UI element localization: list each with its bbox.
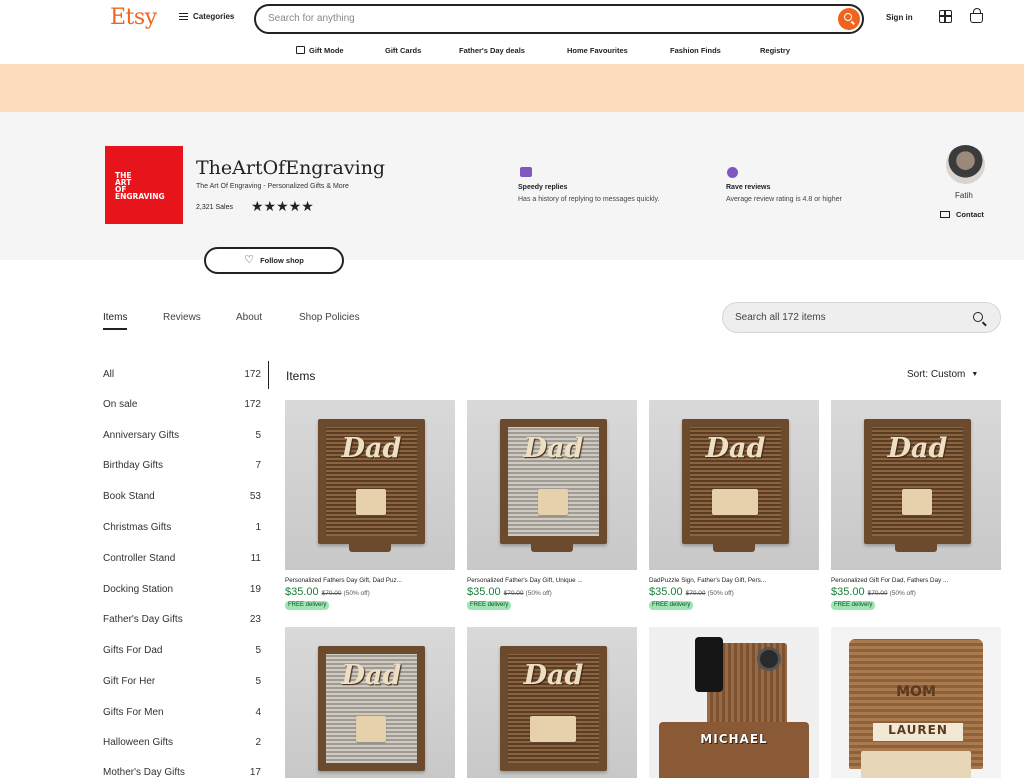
shop-name: TheArtOfEngraving: [196, 157, 386, 179]
items-heading: Items: [286, 369, 316, 383]
product-image-text: Dad: [705, 433, 766, 464]
product-image-text: Dad: [341, 660, 402, 691]
product-image[interactable]: Dad: [285, 400, 455, 570]
tab-items[interactable]: Items: [103, 312, 128, 330]
product-title[interactable]: Personalized Father's Day Gift, Unique .…: [467, 577, 637, 584]
badge-description: Average review rating is 4.8 or higher: [726, 196, 842, 203]
menu-icon: [179, 13, 188, 20]
rating-stars[interactable]: ★★★★★: [251, 198, 314, 215]
sort-dropdown[interactable]: Sort: Custom ▼: [907, 369, 978, 380]
shop-sales: 2,321 Sales: [196, 204, 233, 211]
sidebar-item-anniversary-gifts[interactable]: Anniversary Gifts 5: [103, 430, 261, 446]
product-title[interactable]: DadPuzzle Sign, Father's Day Gift, Pers.…: [649, 577, 819, 584]
product-image[interactable]: Dad: [285, 627, 455, 778]
follow-shop-button[interactable]: ♡ Follow shop: [204, 247, 344, 274]
sidebar-item-docking-station[interactable]: Docking Station 19: [103, 584, 261, 600]
star-badge-icon: [727, 167, 738, 178]
phone-icon: [695, 637, 723, 692]
badge-description: Has a history of replying to messages qu…: [518, 196, 660, 203]
subnav-registry[interactable]: Registry: [760, 46, 790, 55]
search-icon[interactable]: [973, 312, 983, 322]
product-image[interactable]: Dad: [467, 627, 637, 778]
search-button[interactable]: [838, 8, 860, 30]
categories-button[interactable]: Categories: [179, 12, 234, 21]
product-image-text: Dad: [523, 433, 584, 464]
watch-icon: [757, 647, 781, 671]
gift-icon[interactable]: [939, 10, 952, 23]
subnav-fashion-finds[interactable]: Fashion Finds: [670, 46, 721, 55]
sidebar-item-gifts-for-dad[interactable]: Gifts For Dad 5: [103, 645, 261, 661]
heart-icon: ♡: [244, 254, 255, 266]
product-image-text: LAUREN: [873, 723, 963, 741]
product-image[interactable]: Dad: [467, 400, 637, 570]
tab-about[interactable]: About: [236, 312, 262, 323]
envelope-icon: [940, 211, 950, 218]
sidebar-item-halloween-gifts[interactable]: Halloween Gifts 2: [103, 737, 261, 753]
badge-title: Speedy replies: [518, 184, 568, 191]
product-image-text: Dad: [523, 660, 584, 691]
sign-in-link[interactable]: Sign in: [886, 13, 913, 22]
product-image-text: MICHAEL: [700, 732, 768, 746]
sidebar-item-on-sale[interactable]: On sale 172: [103, 399, 261, 415]
site-header: Etsy Categories Sign in: [0, 0, 1024, 40]
subnav-fathers-day[interactable]: Father's Day deals: [459, 46, 525, 55]
product-price: $35.00 $70.00 (50% off): [649, 586, 734, 598]
envelope-icon: [520, 167, 532, 177]
badge-title: Rave reviews: [726, 184, 771, 191]
product-image[interactable]: MOM LAUREN: [831, 627, 1001, 778]
shop-tabs: Items Reviews About Shop Policies: [0, 310, 700, 330]
product-image-text: Dad: [341, 433, 402, 464]
sub-navigation: Gift Mode Gift Cards Father's Day deals …: [0, 42, 1024, 60]
product-image[interactable]: Dad: [649, 400, 819, 570]
shop-logo-text: ENGRAVING: [115, 192, 165, 201]
avatar[interactable]: [946, 145, 985, 184]
sidebar-item-controller-stand[interactable]: Controller Stand 11: [103, 553, 261, 569]
tab-shop-policies[interactable]: Shop Policies: [299, 312, 360, 323]
promo-banner: [0, 64, 1024, 112]
shop-search-bar: [722, 302, 1001, 333]
search-input[interactable]: [268, 13, 828, 24]
product-image-text: Dad: [887, 433, 948, 464]
free-delivery-badge: FREE delivery: [831, 601, 876, 610]
subnav-home-favourites[interactable]: Home Favourites: [567, 46, 628, 55]
caret-down-icon: ▼: [971, 371, 979, 378]
sidebar-item-gifts-for-men[interactable]: Gifts For Men 4: [103, 707, 261, 723]
shop-tagline: The Art Of Engraving - Personalized Gift…: [196, 183, 349, 190]
cart-icon[interactable]: [970, 8, 983, 23]
categories-label: Categories: [193, 12, 235, 21]
product-image[interactable]: MICHAEL: [649, 627, 819, 778]
sidebar-item-fathers-day-gifts[interactable]: Father's Day Gifts 23: [103, 614, 261, 630]
search-bar: [254, 4, 864, 34]
product-title[interactable]: Personalized Fathers Day Gift, Dad Puz..…: [285, 577, 455, 584]
gift-icon: [296, 46, 305, 54]
etsy-logo[interactable]: Etsy: [110, 5, 157, 30]
shop-logo[interactable]: THE ART OF ENGRAVING: [105, 146, 183, 224]
sidebar-item-gift-for-her[interactable]: Gift For Her 5: [103, 676, 261, 692]
product-image[interactable]: Dad: [831, 400, 1001, 570]
shop-search-input[interactable]: [735, 312, 955, 323]
contact-button[interactable]: Contact: [940, 210, 984, 219]
sidebar-item-birthday-gifts[interactable]: Birthday Gifts 7: [103, 460, 261, 476]
product-image-text: MOM: [896, 684, 936, 700]
sidebar-item-book-stand[interactable]: Book Stand 53: [103, 491, 261, 507]
product-title[interactable]: Personalized Gift For Dad, Fathers Day .…: [831, 577, 1001, 584]
product-price: $35.00 $70.00 (50% off): [285, 586, 370, 598]
owner-name: Fatih: [955, 191, 973, 200]
tab-reviews[interactable]: Reviews: [163, 312, 201, 323]
subnav-gift-cards[interactable]: Gift Cards: [385, 46, 421, 55]
free-delivery-badge: FREE delivery: [285, 601, 330, 610]
product-price: $35.00 $70.00 (50% off): [467, 586, 552, 598]
sidebar-item-mothers-day-gifts[interactable]: Mother's Day Gifts 17: [103, 767, 261, 778]
sidebar-item-all[interactable]: All 172: [103, 369, 261, 385]
free-delivery-badge: FREE delivery: [649, 601, 694, 610]
sidebar-active-indicator: [268, 361, 269, 389]
subnav-gift-mode[interactable]: Gift Mode: [296, 46, 344, 55]
product-price: $35.00 $70.00 (50% off): [831, 586, 916, 598]
sidebar-item-christmas-gifts[interactable]: Christmas Gifts 1: [103, 522, 261, 538]
search-icon: [844, 13, 852, 21]
free-delivery-badge: FREE delivery: [467, 601, 512, 610]
